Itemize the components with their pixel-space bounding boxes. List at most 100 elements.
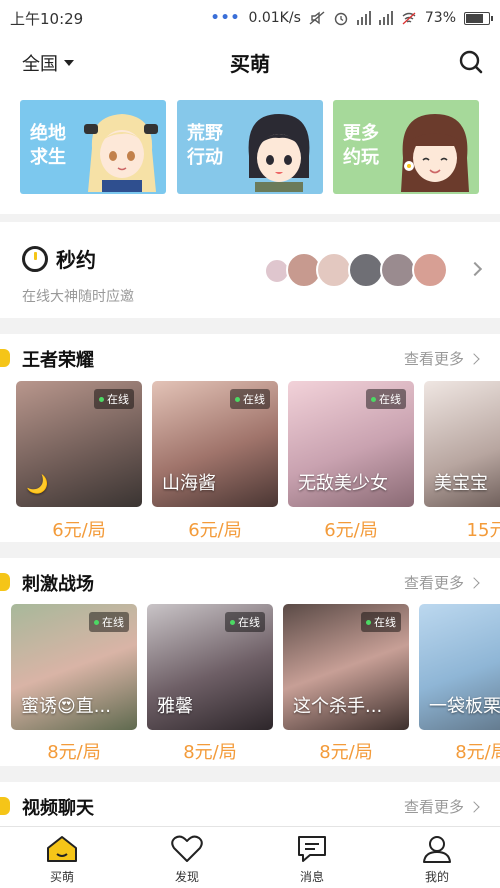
section-title: 刺激战场	[22, 574, 94, 595]
view-more-label: 查看更多	[403, 350, 464, 368]
quick-match-panel[interactable]: 秒约 在线大神随时应邀	[0, 222, 500, 318]
section-honor-of-kings: 王者荣耀 查看更多 在线 🌙 6元/局 在线 山海酱 6元/局 在线 无敌美少女…	[0, 334, 500, 542]
tab-label: 消息	[299, 870, 324, 884]
chevron-right-icon	[468, 800, 480, 813]
home-icon	[47, 836, 77, 862]
tab-label: 发现	[174, 870, 199, 884]
tab-messages[interactable]: 消息	[262, 827, 362, 888]
player-name: 无敌美少女	[298, 473, 388, 494]
player-card[interactable]: 一袋板栗	[419, 604, 500, 730]
player-name: 山海酱	[162, 473, 216, 494]
status-icons: ••• 0.01K/s 73%	[210, 10, 493, 26]
caret-down-icon	[64, 60, 74, 66]
player-name: 蜜诱😍直...	[21, 696, 111, 717]
notification-dots-icon: •••	[210, 10, 241, 26]
mute-icon	[309, 11, 325, 25]
player-name: 雅馨	[157, 696, 193, 717]
avatar	[380, 252, 416, 288]
view-more-label: 查看更多	[403, 574, 464, 592]
online-badge: 在线	[230, 389, 270, 409]
search-icon[interactable]	[458, 49, 484, 75]
heart-icon	[171, 835, 203, 862]
online-avatars	[264, 252, 450, 290]
tab-label: 我的	[424, 870, 449, 884]
price-label: 6元/局	[52, 520, 106, 541]
player-card[interactable]: 在线 美宝宝	[424, 381, 500, 507]
banner-label: 荒野行动	[187, 123, 223, 168]
message-icon	[298, 836, 326, 862]
battery-percent: 73%	[424, 10, 456, 26]
anime-girl-illustration	[84, 114, 158, 192]
section-heart-icon	[0, 573, 10, 591]
banner-more-play[interactable]: 更多约玩	[333, 100, 479, 194]
online-badge: 在线	[366, 389, 406, 409]
tab-home[interactable]: 买萌	[12, 827, 112, 888]
view-more-link[interactable]: 查看更多	[403, 572, 480, 593]
section-heart-icon	[0, 349, 10, 367]
status-time: 上午10:29	[10, 9, 84, 28]
player-card[interactable]: 在线 蜜诱😍直...	[11, 604, 137, 730]
tab-label: 买萌	[49, 870, 74, 884]
player-card[interactable]: 在线 🌙	[16, 381, 142, 507]
price-label: 8元/局	[319, 742, 373, 763]
player-name: 一袋板栗	[429, 696, 500, 717]
alarm-icon	[334, 12, 348, 26]
view-more-link[interactable]: 查看更多	[403, 348, 480, 369]
page-title: 买萌	[230, 51, 270, 76]
quick-match-title: 秒约	[22, 244, 96, 273]
avatar	[412, 252, 448, 288]
top-nav: 全国 买萌	[0, 36, 500, 88]
section-title: 视频聊天	[22, 798, 94, 819]
anime-girl-illustration	[401, 114, 469, 192]
price-label: 8元/局	[183, 742, 237, 763]
section-title: 王者荣耀	[22, 350, 94, 371]
anime-girl-illustration	[248, 114, 310, 192]
region-selector[interactable]: 全国	[22, 50, 74, 76]
player-card[interactable]: 在线 无敌美少女	[288, 381, 414, 507]
avatar	[316, 252, 352, 288]
stopwatch-icon	[22, 245, 48, 272]
section-video-chat: 视频聊天 查看更多	[0, 782, 500, 826]
player-card[interactable]: 在线 雅馨	[147, 604, 273, 730]
banner-label: 更多约玩	[343, 123, 379, 168]
view-more-link[interactable]: 查看更多	[403, 796, 480, 817]
tab-discover[interactable]: 发现	[137, 827, 237, 888]
banner-knives-out[interactable]: 荒野行动	[177, 100, 323, 194]
online-badge: 在线	[225, 612, 265, 632]
tab-profile[interactable]: 我的	[387, 827, 487, 888]
banner-label: 绝地求生	[30, 123, 66, 168]
player-name: 🌙	[26, 474, 49, 495]
wifi-off-icon	[402, 12, 416, 25]
signal-icon	[378, 11, 393, 25]
view-more-label: 查看更多	[403, 798, 464, 816]
price-label: 6元/局	[188, 520, 242, 541]
player-card[interactable]: 在线 山海酱	[152, 381, 278, 507]
price-label: 8元/局	[47, 742, 101, 763]
profile-icon	[423, 836, 451, 863]
game-banner-row: 绝地求生 荒野行动 更多约玩	[0, 88, 500, 214]
banner-pubg[interactable]: 绝地求生	[20, 100, 166, 194]
chevron-right-icon	[467, 261, 483, 277]
chevron-right-icon	[468, 576, 480, 589]
price-label: 15元	[466, 520, 500, 541]
price-label: 8元/局	[455, 742, 500, 763]
region-label: 全国	[22, 54, 58, 75]
chevron-right-icon	[468, 352, 480, 365]
online-badge: 在线	[361, 612, 401, 632]
net-speed: 0.01K/s	[248, 10, 301, 26]
player-name: 这个杀手...	[293, 696, 383, 717]
signal-hd-icon	[356, 11, 371, 25]
player-name: 美宝宝	[434, 473, 488, 494]
section-pubg-mobile: 刺激战场 查看更多 在线 蜜诱😍直... 8元/局 在线 雅馨 8元/局 在线 …	[0, 558, 500, 766]
avatar	[348, 252, 384, 288]
bottom-tab-bar: 买萌 发现 消息 我的	[0, 826, 500, 888]
price-label: 6元/局	[324, 520, 378, 541]
section-heart-icon	[0, 797, 10, 815]
player-card[interactable]: 在线 这个杀手...	[283, 604, 409, 730]
status-bar: 上午10:29 ••• 0.01K/s 73%	[0, 0, 500, 36]
online-badge: 在线	[94, 389, 134, 409]
quick-match-subtitle: 在线大神随时应邀	[22, 289, 134, 305]
online-badge: 在线	[89, 612, 129, 632]
battery-icon	[464, 11, 493, 25]
quick-match-label: 秒约	[56, 248, 96, 272]
